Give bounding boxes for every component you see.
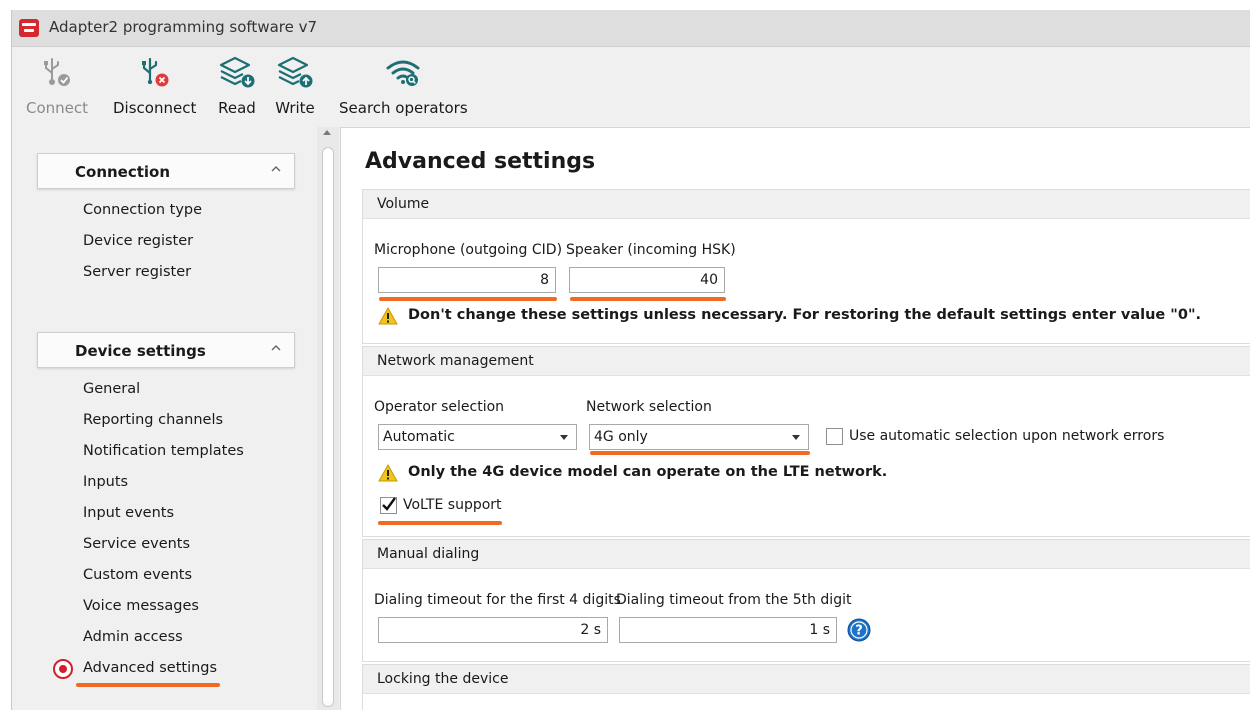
read-button[interactable]: Read — [217, 55, 257, 117]
layers-write-icon — [277, 56, 313, 88]
volume-panel-header: Volume — [363, 190, 1250, 219]
scroll-up-icon[interactable] — [323, 130, 331, 135]
locking-header-label: Locking the device — [377, 671, 509, 687]
usb-disconnect-icon — [141, 57, 169, 87]
manual-dialing-panel: Manual dialing Dialing timeout for the f… — [362, 539, 1250, 662]
sidebar-item-server-register[interactable]: Server register — [83, 264, 191, 280]
title-bar: Adapter2 programming software v7 — [12, 10, 1250, 47]
device-settings-section-label: Device settings — [75, 342, 206, 360]
speaker-label: Speaker (incoming HSK) — [566, 242, 736, 258]
manual-dialing-header-label: Manual dialing — [377, 546, 480, 562]
sidebar-item-advanced-settings[interactable]: Advanced settings — [83, 660, 217, 676]
sidebar-item-inputs[interactable]: Inputs — [83, 474, 128, 490]
locking-panel: Locking the device — [362, 664, 1250, 710]
operator-selection-label: Operator selection — [374, 399, 505, 415]
sidebar-scrollbar[interactable] — [317, 127, 339, 710]
network-select-value: 4G only — [594, 429, 648, 445]
device-settings-section-header[interactable]: Device settings — [37, 332, 295, 368]
operator-select-value: Automatic — [383, 429, 455, 445]
fifth-digit-timeout-input[interactable]: 1 s — [619, 617, 837, 643]
network-header-label: Network management — [377, 353, 534, 369]
warning-icon — [378, 463, 398, 482]
microphone-label: Microphone (outgoing CID) — [374, 242, 563, 258]
sidebar-item-device-register[interactable]: Device register — [83, 233, 193, 249]
network-warning-text: Only the 4G device model can operate on … — [408, 464, 888, 480]
read-label: Read — [218, 99, 256, 117]
app-logo-icon — [19, 19, 39, 37]
sidebar-item-custom-events[interactable]: Custom events — [83, 567, 192, 583]
write-label: Write — [275, 99, 315, 117]
scroll-thumb[interactable] — [322, 147, 334, 707]
search-operators-button[interactable]: Search operators — [339, 55, 468, 117]
highlight-underline — [570, 297, 726, 301]
help-icon[interactable]: ? — [847, 618, 871, 642]
sidebar-item-admin-access[interactable]: Admin access — [83, 629, 183, 645]
dropdown-arrow-icon — [792, 435, 800, 440]
fifth-digit-timeout-label: Dialing timeout from the 5th digit — [616, 592, 852, 608]
network-select[interactable]: 4G only — [589, 424, 809, 450]
highlight-underline — [378, 521, 502, 525]
volte-checkbox[interactable] — [380, 497, 397, 514]
manual-dialing-panel-header: Manual dialing — [363, 540, 1250, 569]
first-digits-timeout-label: Dialing timeout for the first 4 digits — [374, 592, 621, 608]
search-operators-label: Search operators — [339, 99, 468, 117]
usb-connect-icon — [44, 58, 71, 86]
write-button[interactable]: Write — [275, 55, 315, 117]
network-panel: Network management Operator selection Ne… — [362, 346, 1250, 537]
window-title: Adapter2 programming software v7 — [49, 18, 318, 36]
warning-icon — [378, 306, 398, 325]
connection-section-label: Connection — [75, 163, 171, 181]
locking-panel-header: Locking the device — [363, 665, 1250, 694]
content-pane: Advanced settings Volume Microphone (out… — [340, 127, 1250, 710]
highlight-underline — [76, 683, 220, 687]
auto-select-label[interactable]: Use automatic selection upon network err… — [849, 428, 1164, 444]
wifi-search-icon — [386, 60, 420, 86]
highlight-underline — [379, 297, 557, 301]
disconnect-label: Disconnect — [113, 99, 197, 117]
volume-warning-text: Don't change these settings unless neces… — [408, 307, 1202, 323]
checkmark-icon — [382, 497, 396, 511]
volte-label[interactable]: VoLTE support — [403, 497, 502, 513]
sidebar-item-notification-templates[interactable]: Notification templates — [83, 443, 244, 459]
chevron-up-icon — [271, 345, 281, 351]
sidebar: Connection Connection type Device regist… — [12, 127, 317, 710]
volume-panel: Volume Microphone (outgoing CID) Speaker… — [362, 189, 1250, 344]
layers-read-icon — [219, 56, 255, 88]
volume-header-label: Volume — [377, 196, 430, 212]
sidebar-item-general[interactable]: General — [83, 381, 140, 397]
microphone-input[interactable]: 8 — [378, 267, 556, 293]
auto-select-checkbox[interactable] — [826, 428, 843, 445]
page-title: Advanced settings — [365, 149, 596, 174]
selected-indicator-icon — [53, 659, 73, 679]
highlight-underline — [590, 451, 810, 455]
app-window: Adapter2 programming software v7 Connect — [11, 10, 1250, 710]
network-selection-label: Network selection — [586, 399, 712, 415]
operator-select[interactable]: Automatic — [378, 424, 577, 450]
sidebar-item-connection-type[interactable]: Connection type — [83, 202, 202, 218]
connection-section-header[interactable]: Connection — [37, 153, 295, 189]
toolbar: Connect Disconnect Read Write Search ope… — [12, 47, 1250, 127]
first-digits-timeout-input[interactable]: 2 s — [378, 617, 608, 643]
sidebar-item-input-events[interactable]: Input events — [83, 505, 174, 521]
speaker-input[interactable]: 40 — [569, 267, 725, 293]
sidebar-item-service-events[interactable]: Service events — [83, 536, 190, 552]
network-panel-header: Network management — [363, 347, 1250, 376]
connect-button[interactable]: Connect — [26, 55, 88, 117]
svg-text:?: ? — [855, 624, 863, 639]
connect-label: Connect — [26, 99, 89, 117]
dropdown-arrow-icon — [560, 435, 568, 440]
sidebar-item-reporting-channels[interactable]: Reporting channels — [83, 412, 223, 428]
sidebar-item-voice-messages[interactable]: Voice messages — [83, 598, 199, 614]
chevron-up-icon — [271, 166, 281, 172]
disconnect-button[interactable]: Disconnect — [113, 55, 196, 117]
